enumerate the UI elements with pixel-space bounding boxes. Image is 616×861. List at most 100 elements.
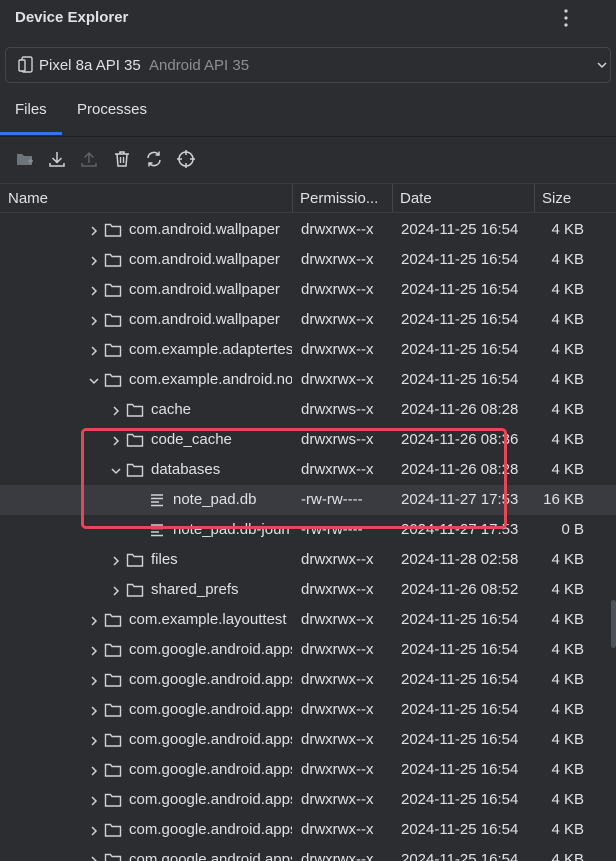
row-size: 4 KB [551, 761, 584, 778]
delete-icon[interactable] [112, 149, 132, 169]
row-name: shared_prefs [151, 581, 239, 598]
column-resize-handle[interactable] [292, 184, 293, 212]
row-permissions: drwxrwx--x [301, 611, 374, 628]
chevron-right-icon[interactable] [88, 704, 100, 716]
row-name: com.android.wallpaper [129, 281, 280, 298]
folder-row[interactable]: com.example.adaptertest drwxrwx--x 2024-11… [0, 335, 616, 365]
folder-icon [104, 852, 122, 861]
tab-processes[interactable]: Processes [77, 101, 147, 118]
row-date: 2024-11-25 16:54 [401, 701, 519, 718]
crosshair-icon[interactable] [176, 149, 196, 169]
row-permissions: drwxrwx--x [301, 671, 374, 688]
column-header-size[interactable]: Size [542, 190, 571, 207]
folder-row[interactable]: shared_prefs drwxrwx--x 2024-11-26 08:52 4 … [0, 575, 616, 605]
row-date: 2024-11-26 08:28 [401, 401, 519, 418]
row-date: 2024-11-26 08:52 [401, 581, 519, 598]
row-permissions: drwxrwx--x [301, 761, 374, 778]
device-selector[interactable]: Pixel 8a API 35 Android API 35 [5, 47, 611, 83]
folder-row[interactable]: com.google.android.apps drwxrwx--x 2024-11… [0, 815, 616, 845]
row-size: 4 KB [551, 551, 584, 568]
folder-row[interactable]: cache drwxrws--x 2024-11-26 08:28 4 KB [0, 395, 616, 425]
row-size: 4 KB [551, 821, 584, 838]
folder-row[interactable]: com.google.android.apps drwxrwx--x 2024-11… [0, 695, 616, 725]
row-size: 4 KB [551, 341, 584, 358]
row-permissions: drwxrwx--x [301, 341, 374, 358]
folder-row[interactable]: com.android.wallpaper drwxrwx--x 2024-11-2… [0, 245, 616, 275]
chevron-right-icon[interactable] [110, 584, 122, 596]
new-folder-icon[interactable] [15, 149, 35, 169]
folder-row[interactable]: com.google.android.apps drwxrwx--x 2024-11… [0, 785, 616, 815]
row-size: 4 KB [551, 641, 584, 658]
title-bar: Device Explorer [0, 0, 616, 40]
row-date: 2024-11-25 16:54 [401, 281, 519, 298]
chevron-right-icon[interactable] [88, 314, 100, 326]
row-permissions: drwxrwx--x [301, 851, 374, 861]
folder-row[interactable]: com.google.android.apps drwxrwx--x 2024-11… [0, 725, 616, 755]
row-permissions: drwxrwx--x [301, 311, 374, 328]
folder-row[interactable]: com.google.android.apps drwxrwx--x 2024-11… [0, 845, 616, 861]
row-permissions: drwxrwx--x [301, 791, 374, 808]
tab-files[interactable]: Files [15, 101, 47, 118]
chevron-right-icon[interactable] [88, 614, 100, 626]
folder-row[interactable]: com.google.android.apps drwxrwx--x 2024-11… [0, 665, 616, 695]
folder-icon [104, 732, 122, 748]
chevron-right-icon[interactable] [88, 794, 100, 806]
row-permissions: drwxrwx--x [301, 821, 374, 838]
row-size: 4 KB [551, 461, 584, 478]
row-size: 4 KB [551, 581, 584, 598]
chevron-down-icon[interactable] [88, 374, 100, 386]
chevron-right-icon[interactable] [88, 284, 100, 296]
folder-icon [104, 282, 122, 298]
chevron-right-icon[interactable] [110, 554, 122, 566]
row-date: 2024-11-25 16:54 [401, 251, 519, 268]
row-permissions: drwxrwx--x [301, 551, 374, 568]
row-name: com.example.android.notepad [129, 371, 292, 388]
folder-row[interactable]: files drwxrwx--x 2024-11-28 02:58 4 KB [0, 545, 616, 575]
column-resize-handle[interactable] [534, 184, 535, 212]
table-header: Name Permissio... Date Size [0, 183, 616, 213]
chevron-right-icon[interactable] [88, 344, 100, 356]
sync-icon[interactable] [144, 149, 164, 169]
folder-icon [104, 672, 122, 688]
row-permissions: drwxrwx--x [301, 251, 374, 268]
chevron-right-icon[interactable] [88, 824, 100, 836]
row-permissions: drwxrwx--x [301, 581, 374, 598]
device-name: Pixel 8a API 35 [39, 57, 141, 74]
folder-row[interactable]: com.android.wallpaper drwxrwx--x 2024-11-2… [0, 305, 616, 335]
scrollbar[interactable] [611, 600, 616, 648]
chevron-right-icon[interactable] [88, 644, 100, 656]
row-name: com.example.layouttest [129, 611, 287, 628]
folder-row[interactable]: com.example.android.notepad drwxrwx--x 202… [0, 365, 616, 395]
row-date: 2024-11-25 16:54 [401, 791, 519, 808]
download-icon[interactable] [47, 149, 67, 169]
folder-icon [104, 372, 122, 388]
row-size: 4 KB [551, 281, 584, 298]
column-header-permissions[interactable]: Permissio... [300, 190, 378, 207]
column-header-name[interactable]: Name [8, 190, 48, 207]
column-resize-handle[interactable] [392, 184, 393, 212]
row-name: com.android.wallpaper [129, 251, 280, 268]
row-permissions: drwxrws--x [301, 401, 374, 418]
row-date: 2024-11-25 16:54 [401, 731, 519, 748]
more-vert-icon[interactable] [556, 6, 576, 30]
chevron-right-icon[interactable] [88, 734, 100, 746]
row-date: 2024-11-25 16:54 [401, 761, 519, 778]
chevron-right-icon[interactable] [88, 854, 100, 861]
row-date: 2024-11-25 16:54 [401, 641, 519, 658]
row-name: cache [151, 401, 192, 418]
row-size: 4 KB [551, 431, 584, 448]
chevron-right-icon[interactable] [88, 764, 100, 776]
chevron-right-icon[interactable] [88, 674, 100, 686]
upload-icon[interactable] [79, 149, 99, 169]
chevron-right-icon[interactable] [88, 224, 100, 236]
row-size: 4 KB [551, 221, 584, 238]
folder-row[interactable]: com.google.android.apps drwxrwx--x 2024-11… [0, 635, 616, 665]
row-date: 2024-11-28 02:58 [401, 551, 519, 568]
folder-row[interactable]: com.android.wallpaper drwxrwx--x 2024-11-2… [0, 215, 616, 245]
folder-row[interactable]: com.google.android.apps drwxrwx--x 2024-11… [0, 755, 616, 785]
folder-row[interactable]: com.example.layouttest drwxrwx--x 2024-11-… [0, 605, 616, 635]
folder-row[interactable]: com.android.wallpaper drwxrwx--x 2024-11-2… [0, 275, 616, 305]
chevron-right-icon[interactable] [110, 404, 122, 416]
chevron-right-icon[interactable] [88, 254, 100, 266]
column-header-date[interactable]: Date [400, 190, 432, 207]
